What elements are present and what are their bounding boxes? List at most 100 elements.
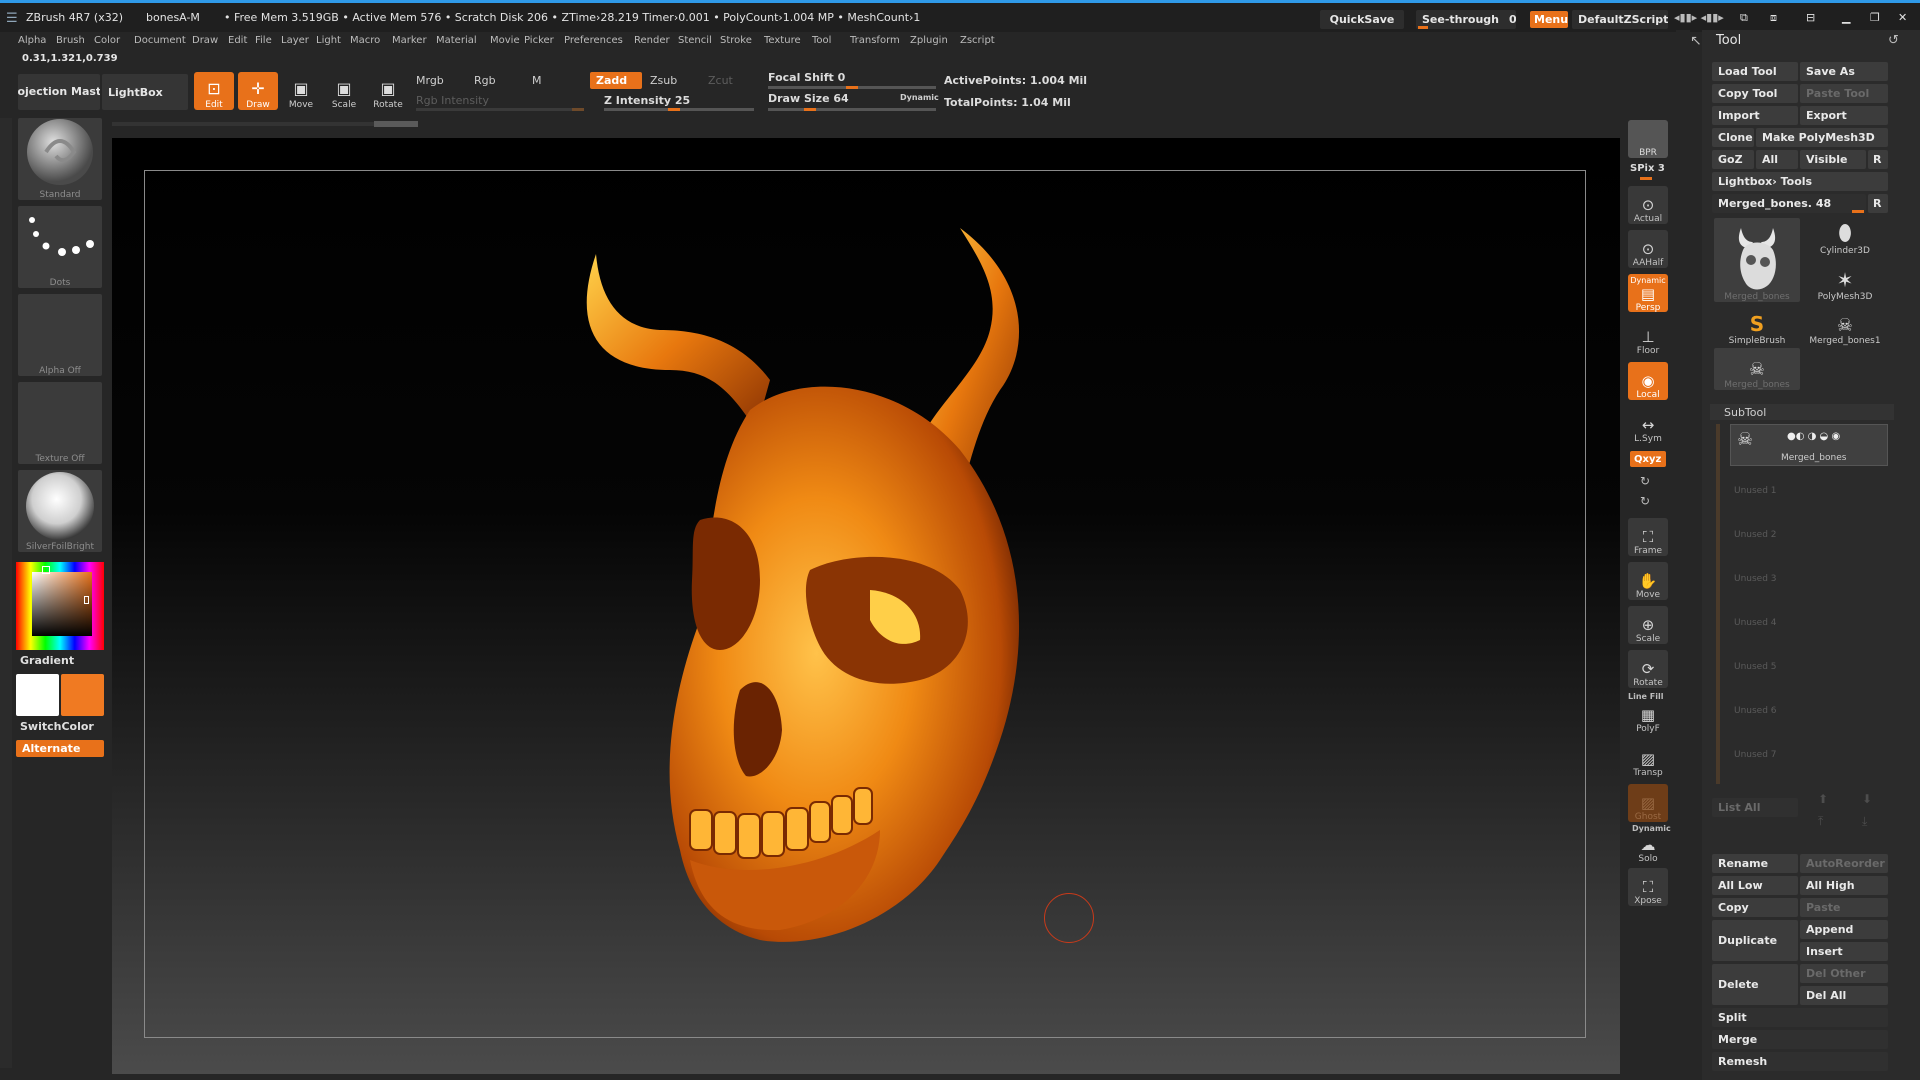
split-section[interactable]: Split xyxy=(1712,1008,1888,1027)
menu-item-preferences[interactable]: Preferences xyxy=(564,35,623,46)
menu-item-stroke[interactable]: Stroke xyxy=(720,35,752,46)
z-intensity-slider[interactable]: Z Intensity 25 xyxy=(604,94,690,107)
scale-button[interactable]: ▣ Scale xyxy=(324,72,364,110)
menu-item-layer[interactable]: Layer xyxy=(281,35,309,46)
all-low-button[interactable]: All Low xyxy=(1712,876,1798,895)
rgb-intensity-slider[interactable]: Rgb Intensity xyxy=(416,94,489,107)
lightbox-button[interactable]: LightBox xyxy=(102,74,188,110)
append-button[interactable]: Append xyxy=(1800,920,1888,939)
move-view-button[interactable]: ✋ Move xyxy=(1628,562,1668,600)
subtool-slot-1[interactable]: Unused 1 xyxy=(1734,486,1777,496)
clone-button[interactable]: Clone xyxy=(1712,128,1754,147)
transp-button[interactable]: ▨ Transp xyxy=(1628,740,1668,778)
maximize-icon[interactable]: ❐ xyxy=(1870,11,1880,24)
menu-item-marker[interactable]: Marker xyxy=(392,35,427,46)
y-rotate-icon[interactable]: ↻ xyxy=(1640,474,1650,488)
copy-subtool-button[interactable]: Copy xyxy=(1712,898,1798,917)
lightbox-tools-button[interactable]: Lightbox› Tools xyxy=(1712,172,1888,191)
menu-item-render[interactable]: Render xyxy=(634,35,670,46)
rgb-button[interactable]: Rgb xyxy=(474,74,496,87)
frame-button[interactable]: ⛶ Frame xyxy=(1628,518,1668,556)
stroke-selector[interactable]: Dots xyxy=(18,206,102,288)
all-high-button[interactable]: All High xyxy=(1800,876,1888,895)
delete-button[interactable]: Delete xyxy=(1712,964,1798,1005)
menu-item-document[interactable]: Document xyxy=(134,35,186,46)
rotate-button[interactable]: ▣ Rotate xyxy=(368,72,408,110)
subtool-scrollbar[interactable] xyxy=(1716,424,1720,784)
horizontal-scrollbar[interactable] xyxy=(112,122,418,126)
goz-button[interactable]: GoZ xyxy=(1712,150,1754,169)
subtool-slot-2[interactable]: Unused 2 xyxy=(1734,530,1777,540)
secondary-color-swatch[interactable] xyxy=(61,674,104,716)
switch-color-button[interactable]: SwitchColor xyxy=(20,720,94,733)
rename-button[interactable]: Rename xyxy=(1712,854,1798,873)
subtool-slot-5[interactable]: Unused 5 xyxy=(1734,662,1777,672)
menu-item-macro[interactable]: Macro xyxy=(350,35,380,46)
insert-button[interactable]: Insert xyxy=(1800,942,1888,961)
default-zscript-button[interactable]: DefaultZScript xyxy=(1572,10,1668,29)
draw-size-slider[interactable]: Draw Size 64 xyxy=(768,92,849,105)
horizontal-scrollbar-thumb[interactable] xyxy=(374,121,418,127)
current-tool-r-button[interactable]: R xyxy=(1868,194,1888,213)
menu-item-picker[interactable]: Picker xyxy=(524,35,554,46)
draw-button[interactable]: ✛ Draw xyxy=(238,72,278,110)
menu-item-zscript[interactable]: Zscript xyxy=(960,35,995,46)
left-tray-handle[interactable] xyxy=(0,118,12,1068)
spix-slider[interactable]: SPix 3 xyxy=(1630,163,1665,174)
scale-view-button[interactable]: ⊕ Scale xyxy=(1628,606,1668,644)
bpr-button[interactable]: BPR xyxy=(1628,120,1668,158)
goz-r-button[interactable]: R xyxy=(1868,150,1888,169)
move-top-arrow-icon[interactable]: ⤒ xyxy=(1818,814,1823,829)
tool-thumb-merged-bones1[interactable]: ☠ Merged_bones1 xyxy=(1802,304,1888,346)
menu-item-texture[interactable]: Texture xyxy=(764,35,801,46)
focal-shift-slider[interactable]: Focal Shift 0 xyxy=(768,71,845,84)
right-tray-handle[interactable] xyxy=(1676,30,1690,1080)
close-icon[interactable]: ✕ xyxy=(1898,11,1907,24)
primary-color-swatch[interactable] xyxy=(16,674,59,716)
xpose-button[interactable]: ⛶ Xpose xyxy=(1628,868,1668,906)
z-rotate-icon[interactable]: ↻ xyxy=(1640,494,1650,508)
layout-arrows-icon[interactable]: ◂▮▮▸ ◂▮▮▸ xyxy=(1674,11,1724,24)
menu-item-alpha[interactable]: Alpha xyxy=(18,35,46,46)
layout-toggle-icon[interactable]: ⧉ xyxy=(1740,11,1748,25)
move-up-arrow-icon[interactable]: ⬆ xyxy=(1818,792,1828,806)
menu-item-movie[interactable]: Movie xyxy=(490,35,520,46)
minimize-icon[interactable]: ▁ xyxy=(1842,11,1850,24)
texture-selector[interactable]: Texture Off xyxy=(18,382,102,464)
tool-thumb-simplebrush[interactable]: S SimpleBrush xyxy=(1714,304,1800,346)
menu-item-stencil[interactable]: Stencil xyxy=(678,35,712,46)
local-button[interactable]: ◉ Local xyxy=(1628,362,1668,400)
move-bottom-arrow-icon[interactable]: ⤓ xyxy=(1862,814,1867,829)
menu-item-brush[interactable]: Brush xyxy=(56,35,85,46)
palette-refresh-icon[interactable]: ↺ xyxy=(1888,33,1899,48)
del-all-button[interactable]: Del All xyxy=(1800,986,1888,1005)
color-picker[interactable] xyxy=(16,562,104,650)
paste-tool-button[interactable]: Paste Tool xyxy=(1800,84,1888,103)
persp-button[interactable]: Dynamic ▤ Persp xyxy=(1628,274,1668,313)
subtool-header[interactable]: SubTool xyxy=(1710,404,1894,420)
menu-item-draw[interactable]: Draw xyxy=(192,35,218,46)
del-other-button[interactable]: Del Other xyxy=(1800,964,1888,983)
tool-thumb-cylinder3d[interactable]: ⬮ Cylinder3D xyxy=(1802,214,1888,256)
palette-pin-icon[interactable]: ↖ xyxy=(1690,33,1702,49)
xyz-button[interactable]: Qxyz xyxy=(1630,451,1666,467)
subtool-slot-6[interactable]: Unused 6 xyxy=(1734,706,1777,716)
material-selector[interactable]: SilverFoilBright xyxy=(18,470,102,552)
load-tool-button[interactable]: Load Tool xyxy=(1712,62,1798,81)
paste-subtool-button[interactable]: Paste xyxy=(1800,898,1888,917)
goz-visible-button[interactable]: Visible xyxy=(1800,150,1866,169)
subtool-item[interactable]: ☠ ●◐ ◑ ◒ ◉ Merged_bones xyxy=(1730,424,1888,466)
save-as-button[interactable]: Save As xyxy=(1800,62,1888,81)
rotate-view-button[interactable]: ⟳ Rotate xyxy=(1628,650,1668,688)
menu-item-transform[interactable]: Transform xyxy=(850,35,900,46)
help-icon[interactable]: ⊟ xyxy=(1806,11,1815,24)
demon-skull-model[interactable] xyxy=(560,220,1080,960)
color-square[interactable] xyxy=(32,572,92,636)
quicksave-button[interactable]: QuickSave xyxy=(1320,10,1404,29)
import-button[interactable]: Import xyxy=(1712,106,1798,125)
menus-button[interactable]: Menus xyxy=(1530,11,1568,28)
polyf-button[interactable]: ▦ PolyF xyxy=(1628,696,1668,734)
merge-section[interactable]: Merge xyxy=(1712,1030,1888,1049)
menu-item-file[interactable]: File xyxy=(255,35,272,46)
menu-item-edit[interactable]: Edit xyxy=(228,35,247,46)
